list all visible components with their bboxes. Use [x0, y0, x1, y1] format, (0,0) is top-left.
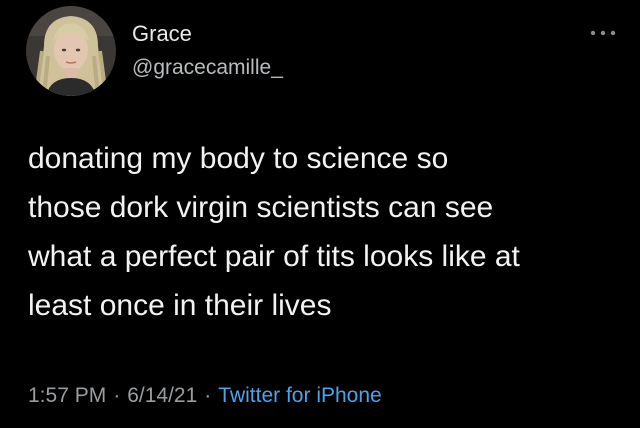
- tweet-date[interactable]: 6/14/21: [127, 384, 197, 407]
- tweet-text-line: those dork virgin scientists can see: [28, 191, 494, 224]
- avatar-photo-icon: [26, 6, 116, 96]
- display-name[interactable]: Grace: [132, 20, 192, 48]
- meta-separator: ·: [204, 384, 212, 407]
- tweet-card: Grace @gracecamille_ donating my body to…: [0, 0, 640, 428]
- tweet-meta: 1:57 PM · 6/14/21 · Twitter for iPhone: [28, 382, 382, 410]
- user-handle[interactable]: @gracecamille_: [132, 55, 283, 81]
- tweet-text-line: least once in their lives: [28, 289, 332, 322]
- meta-separator: ·: [113, 384, 121, 407]
- tweet-text-line: what a perfect pair of tits looks like a…: [28, 240, 520, 273]
- more-options-icon[interactable]: [588, 26, 618, 40]
- tweet-source-link[interactable]: Twitter for iPhone: [218, 384, 381, 407]
- tweet-time[interactable]: 1:57 PM: [28, 384, 106, 407]
- tweet-text-line: donating my body to science so: [28, 142, 449, 175]
- tweet-text: donating my body to science so those dor…: [28, 134, 628, 330]
- avatar[interactable]: [26, 6, 116, 96]
